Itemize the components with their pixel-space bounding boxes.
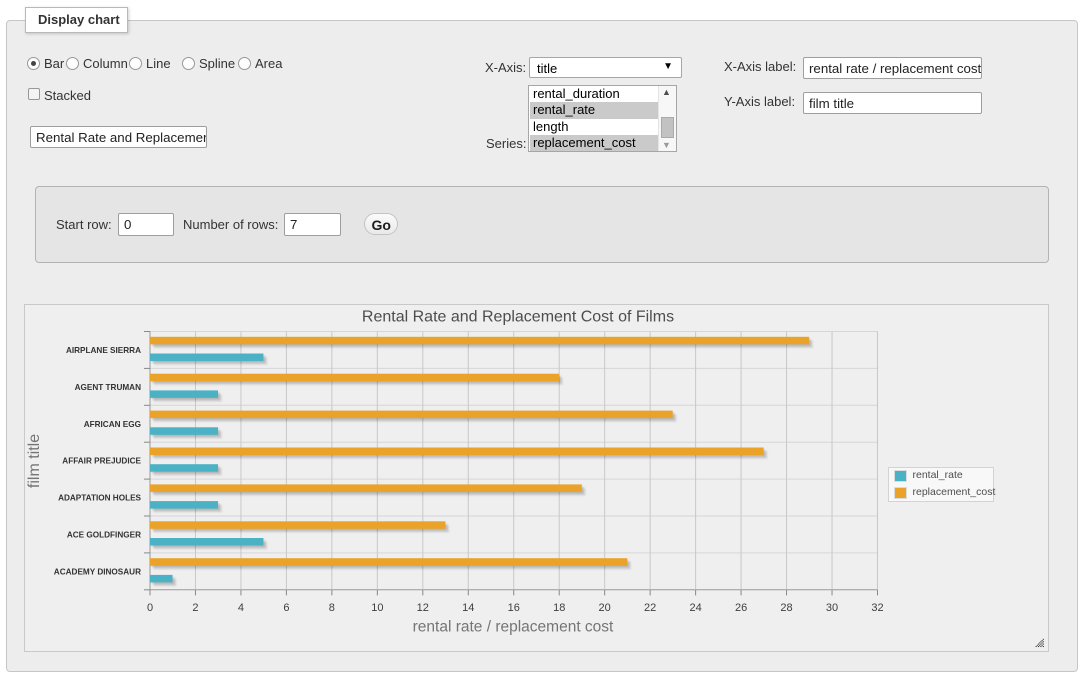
svg-text:AFFAIR PREJUDICE: AFFAIR PREJUDICE [62, 457, 141, 466]
svg-text:ADAPTATION HOLES: ADAPTATION HOLES [58, 494, 141, 503]
svg-text:20: 20 [599, 602, 611, 614]
svg-text:film title: film title [26, 434, 43, 488]
svg-text:26: 26 [735, 602, 747, 614]
svg-text:replacement_cost: replacement_cost [913, 486, 996, 498]
svg-text:ACADEMY DINOSAUR: ACADEMY DINOSAUR [54, 567, 141, 576]
svg-text:16: 16 [508, 602, 520, 614]
svg-text:24: 24 [689, 602, 701, 614]
svg-text:30: 30 [826, 602, 838, 614]
svg-text:12: 12 [417, 602, 429, 614]
svg-text:22: 22 [644, 602, 656, 614]
svg-text:18: 18 [553, 602, 565, 614]
svg-text:rental_rate: rental_rate [913, 469, 963, 481]
svg-text:10: 10 [371, 602, 383, 614]
svg-text:AIRPLANE SIERRA: AIRPLANE SIERRA [66, 346, 141, 355]
svg-text:6: 6 [283, 602, 289, 614]
svg-text:28: 28 [780, 602, 792, 614]
svg-text:0: 0 [147, 602, 153, 614]
svg-text:32: 32 [871, 602, 883, 614]
svg-text:ACE GOLDFINGER: ACE GOLDFINGER [67, 530, 141, 539]
svg-text:AFRICAN EGG: AFRICAN EGG [84, 420, 141, 429]
svg-text:14: 14 [462, 602, 474, 614]
svg-text:4: 4 [238, 602, 244, 614]
svg-text:AGENT TRUMAN: AGENT TRUMAN [75, 383, 141, 392]
svg-text:8: 8 [329, 602, 335, 614]
svg-text:rental rate / replacement cost: rental rate / replacement cost [413, 619, 614, 636]
svg-text:2: 2 [192, 602, 198, 614]
svg-text:Rental Rate and Replacement Co: Rental Rate and Replacement Cost of Film… [362, 309, 674, 326]
